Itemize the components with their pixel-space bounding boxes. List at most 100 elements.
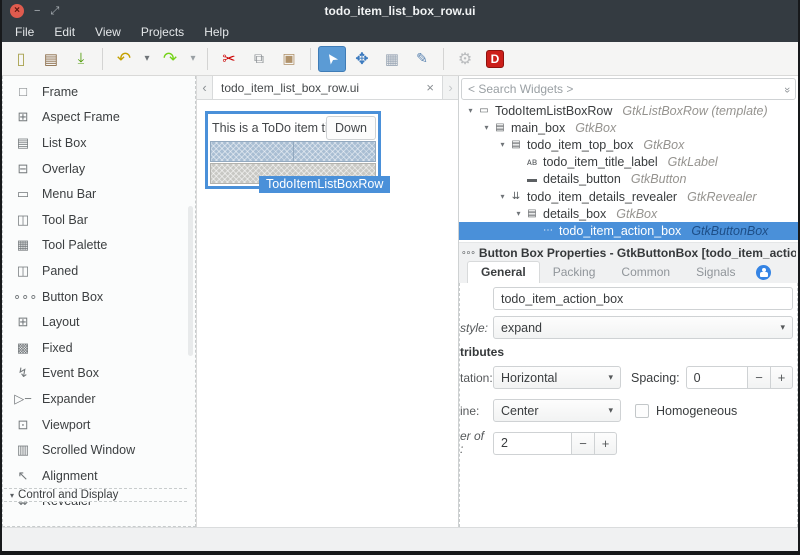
- tree-row-details_button[interactable]: ▬ details_button GtkButton: [459, 171, 798, 188]
- tree-row-todo_item_action_box[interactable]: ⋯ todo_item_action_box GtkButtonBox: [459, 222, 798, 239]
- frame-icon: □: [13, 84, 33, 99]
- tree-row-todo_item_title_label[interactable]: ᴀʙ todo_item_title_label GtkLabel: [459, 154, 798, 171]
- homogeneous-checkbox[interactable]: [635, 404, 649, 418]
- palette-item-tool-palette[interactable]: ▦ Tool Palette: [3, 233, 195, 259]
- prev-tab-button[interactable]: ‹: [197, 76, 212, 99]
- listboxrow-icon: ▭: [476, 105, 492, 116]
- menu-item-file[interactable]: File: [6, 23, 43, 41]
- palette-item-layout[interactable]: ⊞ Layout: [3, 309, 195, 335]
- tree-expander-icon[interactable]: ▾: [497, 140, 508, 149]
- tree-row-todo_item_details_revealer[interactable]: ▾ ⇊ todo_item_details_revealer GtkReveal…: [459, 188, 798, 205]
- tree-expander-icon[interactable]: ▾: [481, 123, 492, 132]
- save-project-button[interactable]: ⤓: [67, 46, 95, 72]
- redo-button[interactable]: ↷: [156, 46, 184, 72]
- tree-expander-icon[interactable]: ▾: [465, 106, 476, 115]
- tab-todo-item-list-box-row[interactable]: todo_item_list_box_row.ui ×: [212, 76, 443, 99]
- number-decrement-button[interactable]: −: [571, 432, 594, 455]
- palette-item-list-box[interactable]: ▤ List Box: [3, 130, 195, 156]
- palette-item-alignment[interactable]: ↖ Alignment: [3, 463, 195, 489]
- baseline-select[interactable]: Center ▾: [493, 399, 621, 422]
- properties-tab-common[interactable]: Common: [608, 262, 683, 283]
- orientation-select[interactable]: Horizontal ▾: [493, 366, 621, 389]
- undo-menu-button[interactable]: ▾: [140, 46, 154, 72]
- expand-collapse-icon[interactable]: »: [781, 87, 793, 91]
- drag-resize-tool-button[interactable]: ✥: [348, 46, 376, 72]
- palette-item-aspect-frame[interactable]: ⊞ Aspect Frame: [3, 105, 195, 131]
- number-increment-button[interactable]: +: [594, 432, 617, 455]
- devhelp-button[interactable]: D: [481, 46, 509, 72]
- tree-row-main_box[interactable]: ▾ ▤ main_box GtkBox: [459, 119, 798, 136]
- tree-row-todoitemlistboxrow[interactable]: ▾ ▭ TodoItemListBoxRow GtkListBoxRow (te…: [459, 102, 798, 119]
- widget-tree: ▾ ▭ TodoItemListBoxRow GtkListBoxRow (te…: [459, 102, 798, 243]
- palette-item-overlay[interactable]: ⊟ Overlay: [3, 156, 195, 182]
- properties-tab-signals[interactable]: Signals: [683, 262, 748, 283]
- tree-row-details_box[interactable]: ▾ ▤ details_box GtkBox: [459, 205, 798, 222]
- number-of-items-input[interactable]: 2: [493, 432, 571, 455]
- redo-menu-button[interactable]: ▾: [186, 46, 200, 72]
- label-icon: ᴀʙ: [524, 157, 540, 168]
- menu-item-edit[interactable]: Edit: [45, 23, 84, 41]
- accessibility-tab-icon[interactable]: [756, 265, 771, 280]
- tree-expander-icon[interactable]: ▾: [497, 192, 508, 201]
- open-project-button[interactable]: ▤: [37, 46, 65, 72]
- details-button-preview[interactable]: Down: [326, 116, 376, 140]
- button-box-icon: ∘∘∘: [461, 247, 475, 258]
- cut-button[interactable]: ✂: [215, 46, 243, 72]
- palette-section-control-and-display[interactable]: ▾ Control and Display: [4, 488, 187, 502]
- fixed-icon: ▩: [13, 340, 33, 356]
- preferences-button[interactable]: ⚙: [451, 46, 479, 72]
- new-project-button[interactable]: ▯: [7, 46, 35, 72]
- next-tab-button[interactable]: ›: [443, 76, 458, 99]
- undo-button[interactable]: ↶: [110, 46, 138, 72]
- palette-item-frame[interactable]: □ Frame: [3, 79, 195, 105]
- close-tab-icon[interactable]: ×: [426, 80, 434, 95]
- button-box-placeholder[interactable]: [210, 141, 376, 162]
- properties-tabs: General Packing Common Signals: [459, 260, 798, 283]
- titlebar: × − ⤢ todo_item_list_box_row.ui: [2, 0, 798, 21]
- button-icon: ▬: [524, 174, 540, 185]
- spacing-decrement-button[interactable]: −: [747, 366, 770, 389]
- palette-item-expander[interactable]: ▷− Expander: [3, 386, 195, 412]
- todo-item-title-label-preview[interactable]: This is a ToDo item title: [210, 121, 341, 135]
- palette-item-menu-bar[interactable]: ▭ Menu Bar: [3, 181, 195, 207]
- palette-item-fixed[interactable]: ▩ Fixed: [3, 335, 195, 361]
- chevron-down-icon: ▾: [780, 322, 785, 333]
- menu-item-help[interactable]: Help: [195, 23, 238, 41]
- button-box-icon: ∘∘∘: [13, 289, 33, 305]
- chevron-down-icon: ▾: [608, 372, 613, 383]
- menu-item-projects[interactable]: Projects: [132, 23, 193, 41]
- paste-button[interactable]: ▣: [275, 46, 303, 72]
- palette-item-button-box[interactable]: ∘∘∘ Button Box: [3, 284, 195, 310]
- chevron-down-icon: ▾: [608, 405, 613, 416]
- palette-item-scrolled-window[interactable]: ▥ Scrolled Window: [3, 437, 195, 463]
- tree-expander-icon[interactable]: ▾: [513, 209, 524, 218]
- spacing-increment-button[interactable]: +: [770, 366, 793, 389]
- chevron-down-icon: ▾: [190, 53, 195, 64]
- new-file-icon: ▯: [17, 49, 26, 69]
- palette-item-tool-bar[interactable]: ◫ Tool Bar: [3, 207, 195, 233]
- margin-edit-tool-button[interactable]: ▦: [378, 46, 406, 72]
- pin-icon: ✎: [416, 50, 428, 67]
- menu-item-view[interactable]: View: [86, 23, 130, 41]
- properties-tab-packing[interactable]: Packing: [540, 262, 609, 283]
- event-box-icon: ↯: [13, 365, 33, 381]
- palette-item-paned[interactable]: ◫ Paned: [3, 258, 195, 284]
- selector-tool-button[interactable]: ➤: [318, 46, 346, 72]
- tree-row-todo_item_top_box[interactable]: ▾ ▤ todo_item_top_box GtkBox: [459, 136, 798, 153]
- widget-id-input[interactable]: todo_item_action_box: [493, 287, 793, 310]
- widget-palette: □ Frame ⊞ Aspect Frame ▤ List Box ⊟ Over…: [2, 76, 196, 527]
- button-box-cell-2[interactable]: [294, 142, 376, 161]
- layout-style-select[interactable]: expand ▾: [493, 316, 793, 339]
- copy-button[interactable]: ⧉: [245, 46, 273, 72]
- search-widgets-input[interactable]: < Search Widgets > »: [461, 78, 796, 100]
- right-panel: < Search Widgets > » ▾ ▭ TodoItemListBox…: [459, 76, 798, 527]
- spacing-input[interactable]: 0: [686, 366, 747, 389]
- align-edit-tool-button[interactable]: ✎: [408, 46, 436, 72]
- window-title: todo_item_list_box_row.ui: [2, 4, 798, 18]
- palette-item-event-box[interactable]: ↯ Event Box: [3, 361, 195, 387]
- button-box-cell-1[interactable]: [211, 142, 294, 161]
- properties-tab-general[interactable]: General: [467, 261, 540, 283]
- properties-title: Button Box Properties - GtkButtonBox [to…: [479, 246, 796, 260]
- palette-scrollbar[interactable]: [188, 206, 193, 356]
- palette-item-viewport[interactable]: ⊡ Viewport: [3, 412, 195, 438]
